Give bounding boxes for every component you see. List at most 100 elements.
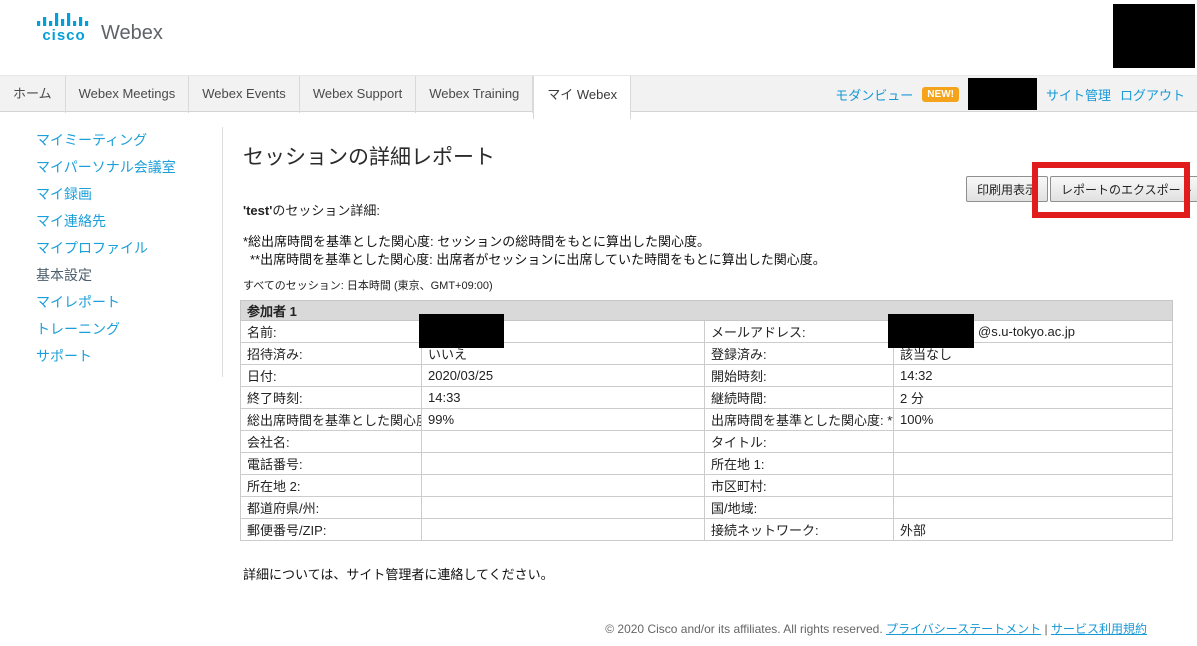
nav-tab[interactable]: Webex Events (189, 76, 300, 113)
table-row: 所在地 2: 市区町村: (241, 475, 1173, 497)
redacted-region (1113, 4, 1195, 68)
table-row: 会社名: タイトル: (241, 431, 1173, 453)
sidebar-item: マイレポート (36, 292, 176, 306)
redacted-email-local-part (888, 314, 974, 348)
page-title: セッションの詳細レポート (243, 141, 495, 171)
field-label: 終了時刻: (241, 387, 422, 409)
sidebar-item: マイプロファイル (36, 238, 176, 252)
field-label: 所在地 2: (241, 475, 422, 497)
field-label: 都道府県/州: (241, 497, 422, 519)
field-label: 名前: (241, 321, 422, 343)
nav-tab[interactable]: Webex Support (300, 76, 416, 113)
export-report-button[interactable]: レポートのエクスポート (1050, 176, 1197, 202)
field-value (422, 475, 705, 497)
sidebar-item: 基本設定 (36, 265, 176, 279)
session-name: 'test' (243, 203, 272, 218)
logout-link[interactable]: ログアウト (1120, 85, 1185, 104)
redacted-username (968, 78, 1037, 110)
field-value (422, 431, 705, 453)
field-label: 登録済み: (705, 343, 894, 365)
cisco-bars-icon (36, 12, 92, 28)
field-value (422, 497, 705, 519)
field-value: 2 分 (894, 387, 1173, 409)
table-row: 招待済み:いいえ登録済み:該当なし (241, 343, 1173, 365)
nav-utility-links: モダンビュー NEW! サイト管理 ログアウト (835, 76, 1185, 112)
table-row: 都道府県/州:国/地域: (241, 497, 1173, 519)
nav-tab[interactable]: マイ Webex (533, 76, 631, 119)
sidebar-link[interactable]: サポート (36, 348, 92, 364)
field-value (422, 453, 705, 475)
sidebar-link[interactable]: マイミーティング (36, 132, 147, 148)
webex-logo-text: Webex (101, 23, 163, 43)
sidebar-item: サポート (36, 346, 176, 360)
sidebar-link[interactable]: 基本設定 (36, 267, 92, 283)
field-label: 継続時間: (705, 387, 894, 409)
cisco-webex-logo: cisco Webex (36, 12, 163, 43)
field-value (894, 431, 1173, 453)
field-value: 99% (422, 409, 705, 431)
cisco-logo-text: cisco (42, 28, 85, 43)
nav-tab[interactable]: Webex Meetings (66, 76, 190, 113)
participant-header: 参加者 1 (241, 301, 1173, 321)
print-view-button[interactable]: 印刷用表示 (966, 176, 1048, 202)
field-label: 郵便番号/ZIP: (241, 519, 422, 541)
table-row: 郵便番号/ZIP: 接続ネットワーク:外部 (241, 519, 1173, 541)
field-label: 開始時刻: (705, 365, 894, 387)
sidebar-link[interactable]: マイ録画 (36, 186, 92, 202)
sidebar-item: マイ連絡先 (36, 211, 176, 225)
field-value (894, 453, 1173, 475)
participant-detail-table: 参加者 1 名前:メールアドレス:@s.u-tokyo.ac.jp招待済み:いい… (240, 300, 1173, 541)
field-label: 日付: (241, 365, 422, 387)
field-label: メールアドレス: (705, 321, 894, 343)
field-value (894, 497, 1173, 519)
cisco-logo-block: cisco (36, 12, 92, 43)
terms-of-service-link[interactable]: サービス利用規約 (1051, 622, 1147, 636)
attention-note-total: *総出席時間を基準とした関心度: セッションの総時間をもとに算出した関心度。 (243, 231, 710, 250)
sidebar-nav: マイミーティングマイパーソナル会議室マイ録画マイ連絡先マイプロファイル基本設定マ… (36, 130, 176, 373)
field-value: 14:32 (894, 365, 1173, 387)
sidebar-link[interactable]: マイプロファイル (36, 240, 148, 256)
sidebar-link[interactable]: マイレポート (36, 294, 120, 310)
sidebar-link[interactable]: マイ連絡先 (36, 213, 106, 229)
sidebar-item: トレーニング (36, 319, 176, 333)
table-row: 日付:2020/03/25開始時刻:14:32 (241, 365, 1173, 387)
primary-nav: ホームWebex MeetingsWebex EventsWebex Suppo… (0, 75, 1197, 112)
sidebar-divider (222, 127, 223, 377)
copyright-text: © 2020 Cisco and/or its affiliates. All … (605, 622, 882, 636)
field-label: 招待済み: (241, 343, 422, 365)
modern-view-link[interactable]: モダンビュー (835, 85, 913, 104)
field-value: 14:33 (422, 387, 705, 409)
timezone-note: すべてのセッション: 日本時間 (東京、GMT+09:00) (243, 277, 493, 293)
new-badge: NEW! (922, 87, 959, 102)
privacy-statement-link[interactable]: プライバシーステートメント (886, 622, 1041, 636)
session-intro-text: のセッション詳細: (272, 203, 380, 218)
table-row: 電話番号: 所在地 1: (241, 453, 1173, 475)
redacted-participant-name (419, 314, 504, 348)
field-value: 100% (894, 409, 1173, 431)
nav-tab[interactable]: Webex Training (416, 76, 533, 113)
table-row: 総出席時間を基準とした関心度: *99%出席時間を基準とした関心度: **100… (241, 409, 1173, 431)
field-value (422, 519, 705, 541)
field-label: 接続ネットワーク: (705, 519, 894, 541)
field-label: 所在地 1: (705, 453, 894, 475)
nav-tab[interactable]: ホーム (0, 76, 66, 113)
attention-note-attended: **出席時間を基準とした関心度: 出席者がセッションに出席していた時間をもとに算… (250, 249, 826, 268)
sidebar-item: マイパーソナル会議室 (36, 157, 176, 171)
site-admin-link[interactable]: サイト管理 (1046, 85, 1111, 104)
field-label: 市区町村: (705, 475, 894, 497)
field-value: 外部 (894, 519, 1173, 541)
field-label: 総出席時間を基準とした関心度: * (241, 409, 422, 431)
sidebar-link[interactable]: トレーニング (36, 321, 120, 337)
footer-separator: | (1045, 622, 1048, 636)
field-label: 電話番号: (241, 453, 422, 475)
footer-copyright: © 2020 Cisco and/or its affiliates. All … (605, 620, 1147, 637)
sidebar-item: マイ録画 (36, 184, 176, 198)
table-row: 名前:メールアドレス:@s.u-tokyo.ac.jp (241, 321, 1173, 343)
field-label: 会社名: (241, 431, 422, 453)
sidebar-item: マイミーティング (36, 130, 176, 144)
contact-admin-note: 詳細については、サイト管理者に連絡してください。 (243, 564, 554, 583)
field-value (894, 475, 1173, 497)
field-label: タイトル: (705, 431, 894, 453)
sidebar-link[interactable]: マイパーソナル会議室 (36, 159, 176, 175)
field-label: 出席時間を基準とした関心度: ** (705, 409, 894, 431)
